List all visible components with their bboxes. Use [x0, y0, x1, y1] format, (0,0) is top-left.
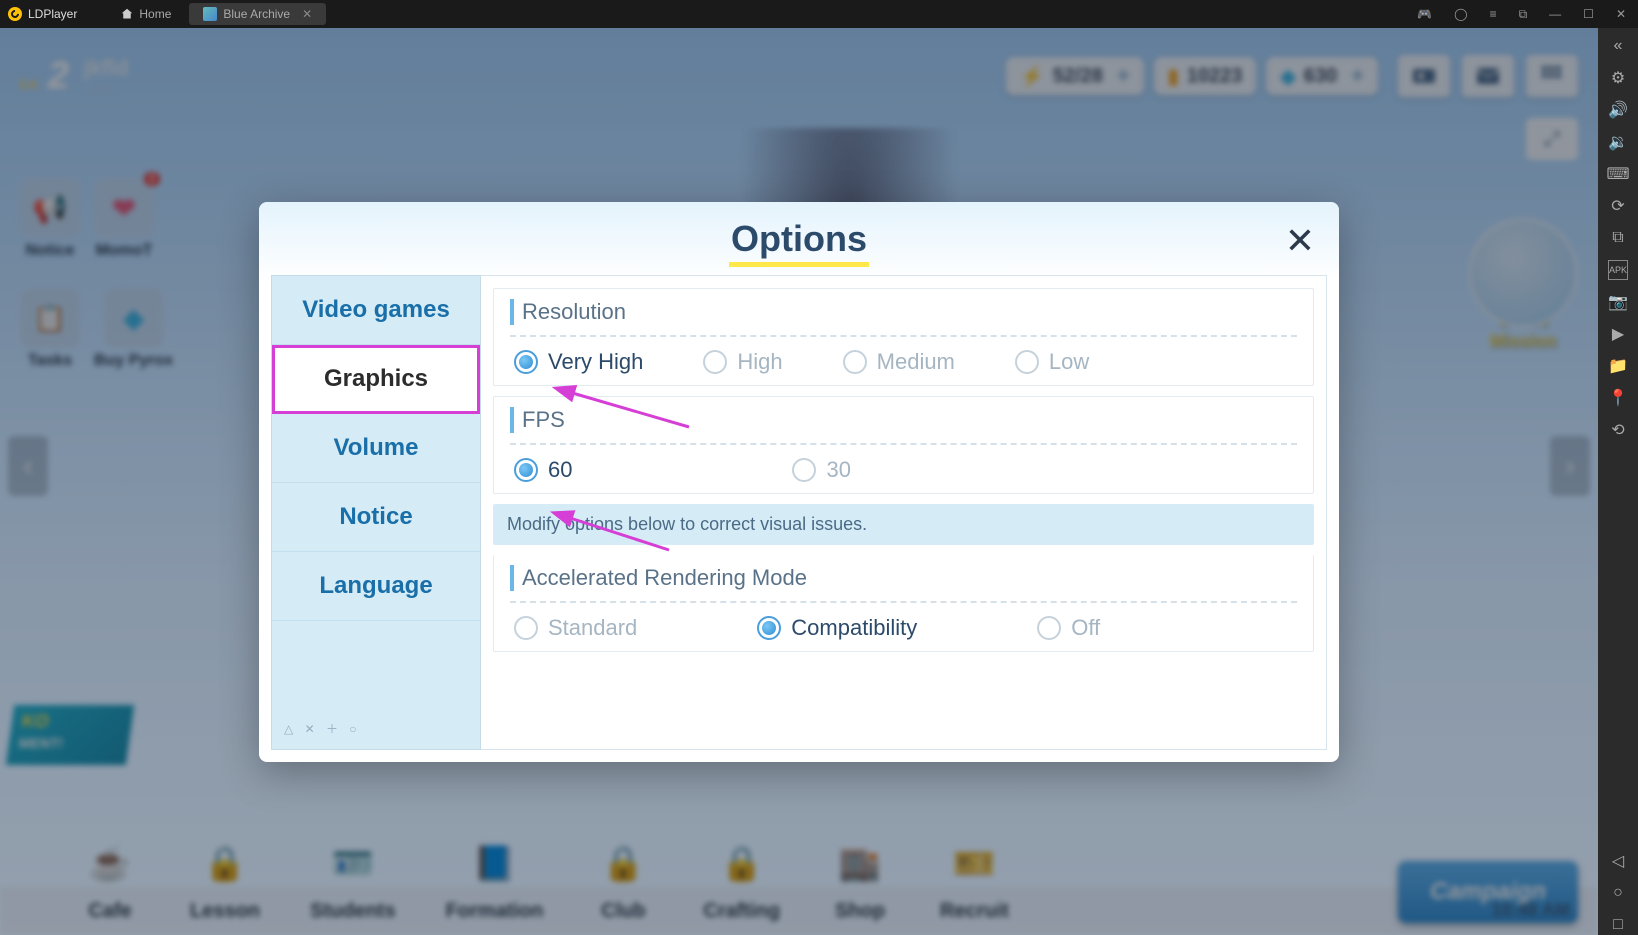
game-viewport: Lv. 2 jkfld 2/10 ⚡ 52/28 + ▮ 10223: [0, 28, 1598, 935]
tab-label: Home: [139, 7, 171, 21]
resolution-label: Resolution: [510, 299, 1297, 325]
toolbar-multi-icon[interactable]: ⧉: [1608, 228, 1628, 248]
tab-blue-archive[interactable]: Blue Archive ✕: [189, 3, 326, 25]
dialog-close-button[interactable]: ✕: [1285, 220, 1315, 262]
menu-icon[interactable]: ≡: [1486, 5, 1501, 24]
fps-label: FPS: [510, 407, 1297, 433]
toolbar-rotate-icon[interactable]: ⟲: [1608, 420, 1628, 440]
radio-30[interactable]: 30: [792, 457, 850, 483]
toolbar-collapse-icon[interactable]: «: [1608, 36, 1628, 56]
radio-icon: [514, 458, 538, 482]
rendering-label: Accelerated Rendering Mode: [510, 565, 1297, 591]
radio-high[interactable]: High: [703, 349, 782, 375]
ldplayer-logo-icon: [8, 7, 22, 21]
blue-archive-icon: [203, 7, 217, 21]
toolbar-back-icon[interactable]: ◁: [1608, 851, 1628, 871]
toolbar-folder-icon[interactable]: 📁: [1608, 356, 1628, 376]
sidebar-item-language[interactable]: Language: [272, 552, 480, 621]
radio-60[interactable]: 60: [514, 457, 572, 483]
decorative-shapes: △ ✕ ＋ ○: [272, 708, 480, 749]
radio-icon: [1037, 616, 1061, 640]
rendering-options: Standard Compatibility Off: [510, 615, 1297, 641]
window-controls: 🎮 ◯ ≡ ⧉ — ☐ ✕: [1413, 5, 1630, 24]
toolbar-volume-up-icon[interactable]: 🔊: [1608, 100, 1628, 120]
tab-label: Blue Archive: [223, 7, 290, 21]
section-rendering: Accelerated Rendering Mode Standard Comp…: [493, 555, 1314, 652]
toolbar-location-icon[interactable]: 📍: [1608, 388, 1628, 408]
account-icon[interactable]: ◯: [1450, 5, 1471, 24]
radio-icon: [1015, 350, 1039, 374]
app-name: LDPlayer: [28, 7, 77, 21]
toolbar-record-icon[interactable]: ▶: [1608, 324, 1628, 344]
close-icon: ✕: [1285, 220, 1315, 261]
close-button[interactable]: ✕: [1612, 5, 1630, 24]
radio-medium[interactable]: Medium: [843, 349, 955, 375]
multi-window-icon[interactable]: ⧉: [1515, 5, 1532, 24]
radio-icon: [757, 616, 781, 640]
emulator-titlebar: LDPlayer Home Blue Archive ✕ 🎮 ◯ ≡ ⧉ — ☐…: [0, 0, 1638, 28]
sidebar-item-notice[interactable]: Notice: [272, 483, 480, 552]
home-icon: [121, 8, 133, 20]
radio-very-high[interactable]: Very High: [514, 349, 643, 375]
radio-icon: [514, 350, 538, 374]
maximize-button[interactable]: ☐: [1579, 5, 1598, 24]
toolbar-sync-icon[interactable]: ⟳: [1608, 196, 1628, 216]
section-fps: FPS 60 30: [493, 396, 1314, 494]
section-resolution: Resolution Very High High Medium Low: [493, 288, 1314, 386]
toolbar-volume-down-icon[interactable]: 🔉: [1608, 132, 1628, 152]
resolution-options: Very High High Medium Low: [510, 349, 1297, 375]
radio-icon: [843, 350, 867, 374]
toolbar-recent-icon[interactable]: □: [1608, 915, 1628, 935]
dialog-title: Options: [259, 202, 1339, 275]
tab-home[interactable]: Home: [107, 3, 185, 25]
minimize-button[interactable]: —: [1545, 5, 1565, 24]
toolbar-home-icon[interactable]: ○: [1608, 883, 1628, 903]
divider: [510, 443, 1297, 445]
options-sidebar: Video games Graphics Volume Notice Langu…: [271, 275, 481, 750]
radio-compatibility[interactable]: Compatibility: [757, 615, 917, 641]
sidebar-item-graphics[interactable]: Graphics: [272, 345, 480, 414]
dialog-overlay: Options ✕ Video games Graphics Volume No…: [0, 28, 1598, 935]
dialog-body: Video games Graphics Volume Notice Langu…: [259, 275, 1339, 762]
radio-low[interactable]: Low: [1015, 349, 1089, 375]
radio-off[interactable]: Off: [1037, 615, 1100, 641]
fps-options: 60 30: [510, 457, 1297, 483]
radio-icon: [514, 616, 538, 640]
sidebar-item-video-games[interactable]: Video games: [272, 276, 480, 345]
divider: [510, 601, 1297, 603]
tab-close-icon[interactable]: ✕: [302, 7, 312, 21]
toolbar-keyboard-icon[interactable]: ⌨: [1608, 164, 1628, 184]
emulator-side-toolbar: « ⚙ 🔊 🔉 ⌨ ⟳ ⧉ APK 📷 ▶ 📁 📍 ⟲ ◁ ○ □: [1598, 28, 1638, 935]
sidebar-item-volume[interactable]: Volume: [272, 414, 480, 483]
toolbar-screenshot-icon[interactable]: 📷: [1608, 292, 1628, 312]
radio-icon: [703, 350, 727, 374]
toolbar-apk-icon[interactable]: APK: [1608, 260, 1628, 280]
divider: [510, 335, 1297, 337]
toolbar-settings-icon[interactable]: ⚙: [1608, 68, 1628, 88]
radio-standard[interactable]: Standard: [514, 615, 637, 641]
radio-icon: [792, 458, 816, 482]
gamepad-icon[interactable]: 🎮: [1413, 5, 1436, 24]
info-banner: Modify options below to correct visual i…: [493, 504, 1314, 545]
options-content: Resolution Very High High Medium Low FPS: [481, 275, 1327, 750]
options-dialog: Options ✕ Video games Graphics Volume No…: [259, 202, 1339, 762]
title-underline: [729, 262, 869, 267]
